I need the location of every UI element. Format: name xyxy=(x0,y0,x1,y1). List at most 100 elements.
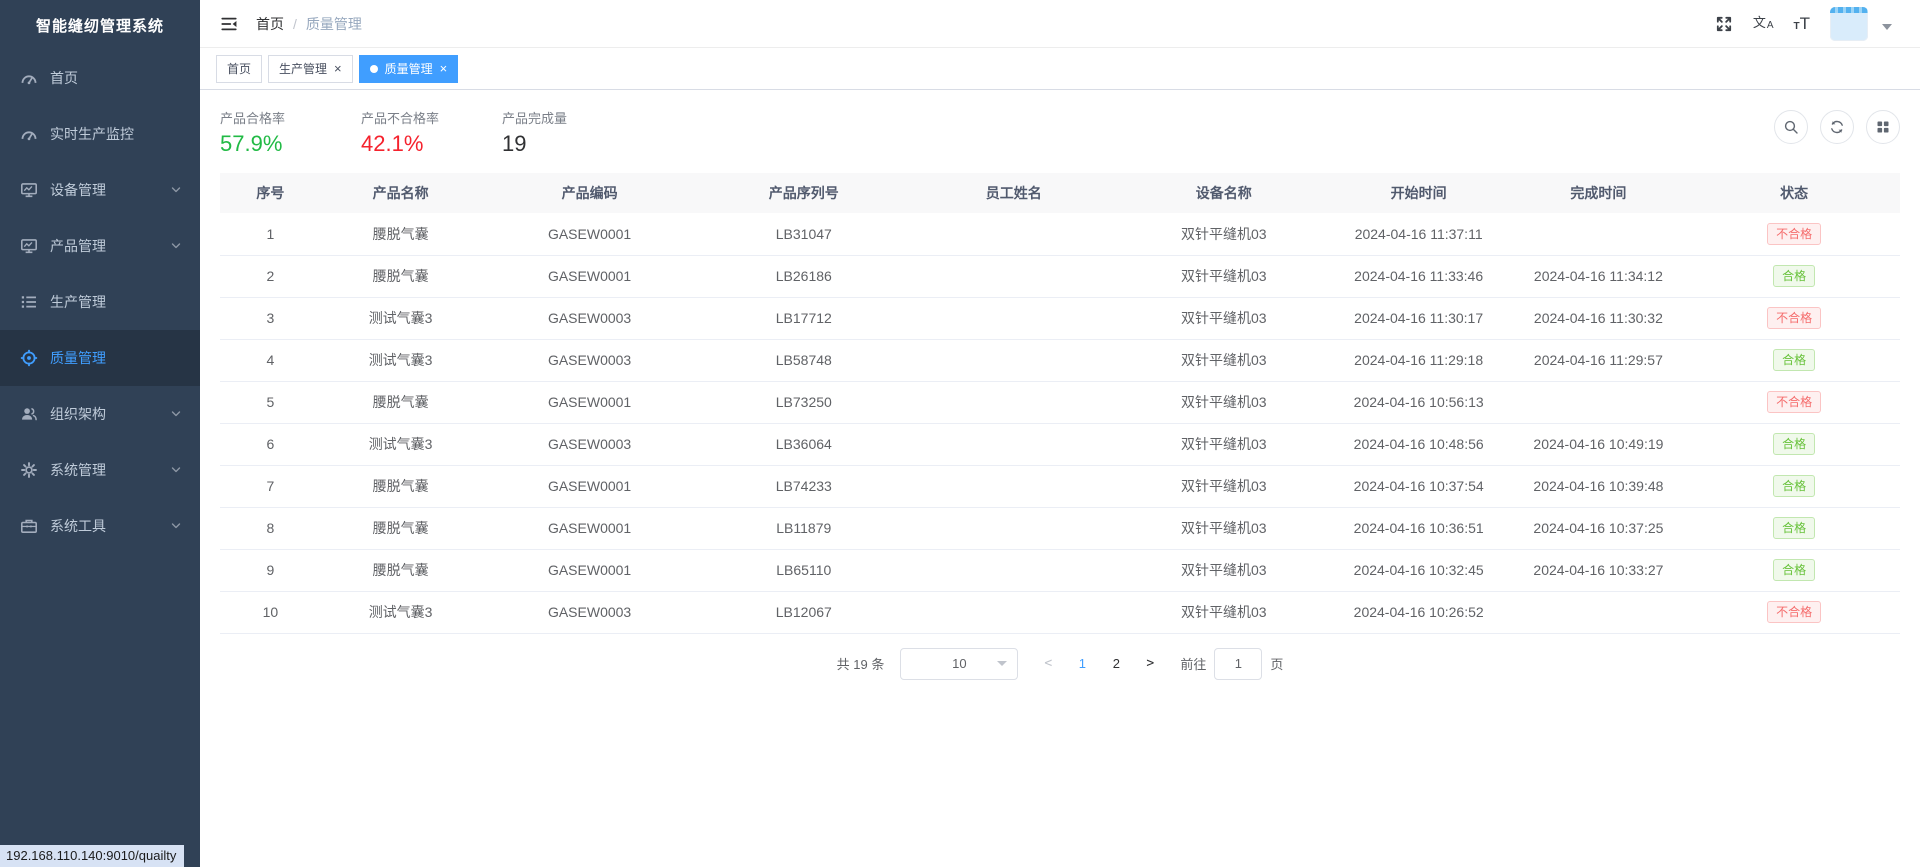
column-header: 产品名称 xyxy=(320,173,481,213)
refresh-button[interactable] xyxy=(1820,110,1854,144)
status-badge: 合格 xyxy=(1773,475,1816,497)
stat-value: 42.1% xyxy=(361,131,424,156)
table-cell: GASEW0001 xyxy=(480,465,699,508)
sidebar-item-label: 质量管理 xyxy=(50,350,106,366)
sidebar-item-5[interactable]: 质量管理 xyxy=(0,330,200,386)
sidebar-item-4[interactable]: 生产管理 xyxy=(0,274,200,330)
table-row: 4 测试气囊3 GASEW0003 LB58748 双针平缝机03 2024-04-16 … xyxy=(220,339,1900,382)
table-cell: 2024-04-16 11:30:17 xyxy=(1328,297,1509,340)
fullscreen-icon[interactable] xyxy=(1715,15,1733,33)
search-icon xyxy=(1783,119,1799,135)
table-cell: 腰脱气囊 xyxy=(320,213,481,256)
prev-page-button[interactable]: < xyxy=(1034,650,1062,678)
table-cell: 2024-04-16 10:37:54 xyxy=(1328,465,1509,508)
table-cell xyxy=(908,213,1119,256)
tab-1[interactable]: 生产管理 × xyxy=(268,54,353,83)
close-icon[interactable]: × xyxy=(334,62,342,75)
table-cell: 双针平缝机03 xyxy=(1118,423,1329,466)
table-row: 1 腰脱气囊 GASEW0001 LB31047 双针平缝机03 2024-04-16 1… xyxy=(220,213,1900,256)
language-icon-en: A xyxy=(1766,20,1774,31)
breadcrumb-home[interactable]: 首页 xyxy=(256,14,284,34)
stat-label: 产品不合格率 xyxy=(361,111,440,126)
search-button[interactable] xyxy=(1774,110,1808,144)
status-badge: 合格 xyxy=(1773,517,1816,539)
font-size-icon[interactable]: TT xyxy=(1794,15,1811,32)
sidebar-item-label: 设备管理 xyxy=(50,182,106,198)
sidebar-item-1[interactable]: 实时生产监控 xyxy=(0,106,200,162)
sidebar-item-3[interactable]: 产品管理 xyxy=(0,218,200,274)
sidebar-item-label: 生产管理 xyxy=(50,294,106,310)
table-cell: 2024-04-16 10:39:48 xyxy=(1508,465,1689,508)
sidebar-item-2[interactable]: 设备管理 xyxy=(0,162,200,218)
tab-0[interactable]: 首页 xyxy=(216,54,263,83)
table-cell: 2024-04-16 11:34:12 xyxy=(1508,255,1689,298)
table-cell: GASEW0003 xyxy=(480,591,699,634)
app-title: 智能缝纫管理系统 xyxy=(35,17,164,35)
table-cell: 2024-04-16 10:56:13 xyxy=(1328,381,1509,424)
close-icon[interactable]: × xyxy=(440,62,448,75)
table-cell: 腰脱气囊 xyxy=(320,549,481,592)
avatar[interactable] xyxy=(1830,6,1868,41)
status-url-tooltip: 192.168.110.140:9010/quailty xyxy=(0,845,185,867)
table-row: 9 腰脱气囊 GASEW0001 LB65110 双针平缝机03 2024-04-16 1… xyxy=(220,549,1900,592)
grid-columns-button[interactable] xyxy=(1866,110,1900,144)
sidebar-item-label: 首页 xyxy=(50,70,78,86)
table-cell xyxy=(908,423,1119,466)
table-cell: GASEW0001 xyxy=(480,549,699,592)
table-cell: 6 xyxy=(220,423,321,466)
table-cell: 双针平缝机03 xyxy=(1118,339,1329,382)
sidebar-item-0[interactable]: 首页 xyxy=(0,50,200,106)
table-cell xyxy=(908,465,1119,508)
stats-group: 产品合格率 57.9% 产品不合格率 42.1% 产品完成量 19 xyxy=(220,108,643,157)
table-cell: 9 xyxy=(220,549,321,592)
table-cell: 双针平缝机03 xyxy=(1118,549,1329,592)
production-list-icon xyxy=(20,293,38,311)
chevron-down-icon[interactable] xyxy=(1882,23,1892,30)
page-size-select[interactable]: 10 xyxy=(900,647,1019,680)
table-cell: 8 xyxy=(220,507,321,550)
table-cell xyxy=(1508,381,1689,424)
table-cell: 双针平缝机03 xyxy=(1118,213,1329,256)
page-number-2[interactable]: 2 xyxy=(1102,650,1130,678)
language-icon[interactable]: 文A xyxy=(1753,16,1774,31)
column-header: 序号 xyxy=(220,173,321,213)
app-root: 智能缝纫管理系统 首页 实时生产监控 设备管理 产品管理 生产管理 质量管理 组织架构 系统管… xyxy=(0,0,1920,867)
table-cell xyxy=(1508,591,1689,634)
table-cell: LB11879 xyxy=(698,507,909,550)
table-cell: 合格 xyxy=(1688,423,1900,466)
page-number-1[interactable]: 1 xyxy=(1068,650,1096,678)
tab-2[interactable]: 质量管理 × xyxy=(358,54,459,83)
table-cell: 不合格 xyxy=(1688,591,1900,634)
sidebar-item-7[interactable]: 系统管理 xyxy=(0,442,200,498)
stat-1: 产品不合格率 42.1% xyxy=(361,108,502,157)
table-cell: 测试气囊3 xyxy=(320,591,481,634)
next-page-button[interactable]: > xyxy=(1136,650,1164,678)
top-navbar: 首页 / 质量管理 文A TT xyxy=(200,0,1920,48)
table-row: 7 腰脱气囊 GASEW0001 LB74233 双针平缝机03 2024-04-16 1… xyxy=(220,465,1900,508)
stat-label: 产品合格率 xyxy=(220,111,286,126)
system-gear-icon xyxy=(20,461,38,479)
sidebar-item-label: 组织架构 xyxy=(50,406,106,422)
table-cell: 4 xyxy=(220,339,321,382)
table-cell: 2024-04-16 10:37:25 xyxy=(1508,507,1689,550)
table-cell: 2024-04-16 10:48:56 xyxy=(1328,423,1509,466)
table-cell: 双针平缝机03 xyxy=(1118,297,1329,340)
table-cell: 测试气囊3 xyxy=(320,297,481,340)
table-cell: 2024-04-16 10:32:45 xyxy=(1328,549,1509,592)
table-cell: 2024-04-16 11:29:18 xyxy=(1328,339,1509,382)
table-cell: 不合格 xyxy=(1688,213,1900,256)
page-size-value: 10 xyxy=(952,656,967,671)
table-cell: 10 xyxy=(220,591,321,634)
table-cell: LB26186 xyxy=(698,255,909,298)
sidebar-item-6[interactable]: 组织架构 xyxy=(0,386,200,442)
goto-page-input[interactable] xyxy=(1214,647,1263,680)
column-header: 产品编码 xyxy=(480,173,699,213)
table-row: 3 测试气囊3 GASEW0003 LB17712 双针平缝机03 2024-04-16 … xyxy=(220,297,1900,340)
status-badge: 合格 xyxy=(1773,559,1816,581)
sidebar-collapse-icon[interactable] xyxy=(220,15,238,33)
table-row: 2 腰脱气囊 GASEW0001 LB26186 双针平缝机03 2024-04-16 1… xyxy=(220,255,1900,298)
table-cell: 2 xyxy=(220,255,321,298)
stat-0: 产品合格率 57.9% xyxy=(220,108,361,157)
table-cell: LB73250 xyxy=(698,381,909,424)
sidebar-item-8[interactable]: 系统工具 xyxy=(0,498,200,554)
